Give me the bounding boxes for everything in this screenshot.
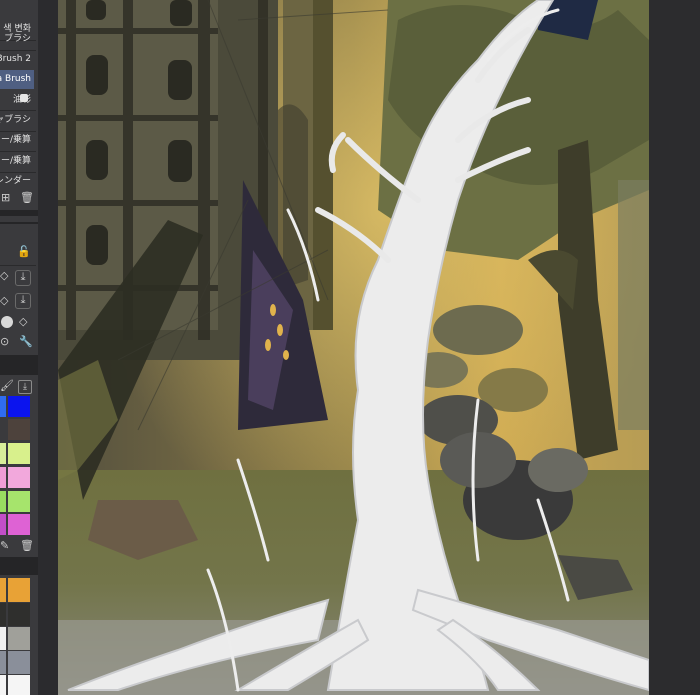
- lock-icon[interactable]: 🔓: [17, 246, 31, 258]
- history-swatch[interactable]: [0, 651, 6, 674]
- delete-icon[interactable]: 🗑: [20, 540, 34, 552]
- delete-icon[interactable]: 🗑: [20, 192, 34, 204]
- artwork: [58, 0, 649, 695]
- panel-divider: [0, 557, 38, 575]
- palette-swatch[interactable]: [0, 396, 6, 417]
- panel-gap: [38, 0, 58, 695]
- brush-icon[interactable]: ✎: [0, 540, 9, 552]
- brush-item-render[interactable]: レンダー: [0, 172, 34, 191]
- history-swatch[interactable]: [8, 603, 30, 626]
- settings-icon[interactable]: ⊙: [0, 336, 9, 348]
- brush-item-label: レンダー: [0, 176, 31, 186]
- import-icon[interactable]: ⤓: [18, 380, 32, 394]
- palette-swatch[interactable]: [8, 491, 30, 512]
- stepper-icon[interactable]: ◇: [0, 270, 8, 282]
- brush-item-brush-2[interactable]: Brush 2: [0, 50, 34, 69]
- history-swatch[interactable]: [0, 627, 6, 650]
- brush-item-label: ー/乗算: [0, 156, 31, 166]
- brush-item-multiply-1[interactable]: ー/乗算: [0, 131, 34, 150]
- palette-swatch[interactable]: [0, 443, 6, 464]
- palette-swatch[interactable]: [8, 514, 30, 535]
- palette-swatch[interactable]: [8, 467, 30, 488]
- brush-item-label: ャブラシ: [0, 115, 31, 125]
- stepper-icon[interactable]: ◇: [0, 295, 8, 307]
- history-swatch[interactable]: [8, 578, 30, 602]
- palette-swatch[interactable]: [0, 467, 6, 488]
- history-swatch[interactable]: [8, 651, 30, 674]
- drawing-canvas[interactable]: [58, 0, 649, 695]
- new-icon[interactable]: ⊞: [1, 192, 10, 204]
- brush-item-brush[interactable]: ブラシ: [0, 30, 34, 49]
- brush-item-wet-brush[interactable]: ャブラシ: [0, 111, 34, 130]
- brush-item-label: a Brush: [0, 74, 31, 84]
- right-panel-strip: [649, 0, 700, 695]
- history-swatch[interactable]: [0, 675, 6, 695]
- brush-item-multiply-2[interactable]: ー/乗算: [0, 152, 34, 171]
- brush-item-label: Brush 2: [0, 54, 31, 64]
- panel-divider: [0, 355, 38, 375]
- palette-swatch[interactable]: [8, 396, 30, 417]
- history-swatch[interactable]: [8, 675, 30, 695]
- brush-size-preview: [1, 316, 13, 328]
- download-icon[interactable]: ⤓: [15, 270, 31, 286]
- palette-swatch[interactable]: [0, 514, 6, 535]
- brush-item-selected[interactable]: a Brush: [0, 70, 34, 89]
- history-swatch[interactable]: [8, 627, 30, 650]
- palette-swatch[interactable]: [8, 443, 30, 464]
- brush-item-oil[interactable]: 油彩: [0, 91, 34, 110]
- brush-item-label: ブラシ: [4, 34, 31, 44]
- brush-item-label: ー/乗算: [0, 135, 31, 145]
- history-swatch[interactable]: [0, 578, 6, 602]
- panel-divider: [0, 222, 38, 224]
- brush-tool-panel: 색 변화 ブラシ Brush 2 a Brush 油彩 ャブラシ ー/乗算 ー/…: [0, 0, 38, 695]
- palette-swatch[interactable]: [0, 491, 6, 512]
- history-swatch[interactable]: [0, 603, 6, 626]
- panel-divider: [0, 210, 38, 216]
- download-icon[interactable]: ⤓: [15, 293, 31, 309]
- brush-option-toggle[interactable]: [20, 94, 28, 102]
- wrench-icon[interactable]: 🔧: [19, 336, 33, 348]
- brush-icon[interactable]: 🖌: [0, 380, 14, 392]
- palette-swatch[interactable]: [8, 419, 30, 440]
- stepper-icon[interactable]: ◇: [19, 316, 27, 328]
- palette-swatch[interactable]: [0, 419, 6, 440]
